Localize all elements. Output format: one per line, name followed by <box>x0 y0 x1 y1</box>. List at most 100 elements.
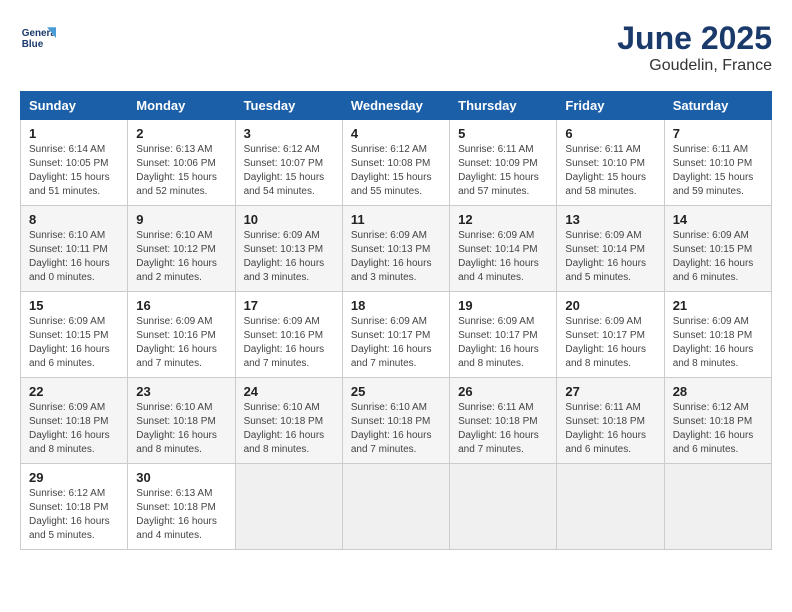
calendar-cell: 12 Sunrise: 6:09 AM Sunset: 10:14 PM Dayl… <box>450 206 557 292</box>
day-info: Sunrise: 6:09 AM Sunset: 10:18 PM Daylig… <box>29 401 119 457</box>
calendar-cell: 5 Sunrise: 6:11 AM Sunset: 10:09 PM Dayli… <box>450 120 557 206</box>
location: Goudelin, France <box>617 57 772 75</box>
calendar-cell <box>342 464 449 550</box>
calendar-cell: 6 Sunrise: 6:11 AM Sunset: 10:10 PM Dayli… <box>557 120 664 206</box>
day-number: 4 <box>351 126 441 141</box>
weekday-header-monday: Monday <box>128 92 235 120</box>
day-number: 16 <box>136 298 226 313</box>
day-number: 2 <box>136 126 226 141</box>
calendar-cell: 10 Sunrise: 6:09 AM Sunset: 10:13 PM Dayl… <box>235 206 342 292</box>
calendar-cell: 29 Sunrise: 6:12 AM Sunset: 10:18 PM Dayl… <box>21 464 128 550</box>
calendar-cell: 11 Sunrise: 6:09 AM Sunset: 10:13 PM Dayl… <box>342 206 449 292</box>
day-number: 19 <box>458 298 548 313</box>
calendar-cell: 4 Sunrise: 6:12 AM Sunset: 10:08 PM Dayli… <box>342 120 449 206</box>
day-info: Sunrise: 6:11 AM Sunset: 10:09 PM Daylig… <box>458 143 548 199</box>
calendar-cell: 14 Sunrise: 6:09 AM Sunset: 10:15 PM Dayl… <box>664 206 771 292</box>
day-info: Sunrise: 6:12 AM Sunset: 10:08 PM Daylig… <box>351 143 441 199</box>
calendar-cell: 17 Sunrise: 6:09 AM Sunset: 10:16 PM Dayl… <box>235 292 342 378</box>
day-info: Sunrise: 6:09 AM Sunset: 10:14 PM Daylig… <box>458 229 548 285</box>
day-number: 24 <box>244 384 334 399</box>
day-info: Sunrise: 6:11 AM Sunset: 10:18 PM Daylig… <box>458 401 548 457</box>
calendar-cell: 25Sunrise: 6:10 AM Sunset: 10:18 PM Dayl… <box>342 378 449 464</box>
calendar-cell: 20 Sunrise: 6:09 AM Sunset: 10:17 PM Dayl… <box>557 292 664 378</box>
day-number: 27 <box>565 384 655 399</box>
calendar-cell: 23Sunrise: 6:10 AM Sunset: 10:18 PM Dayl… <box>128 378 235 464</box>
calendar-cell: 2Sunrise: 6:13 AM Sunset: 10:06 PM Dayli… <box>128 120 235 206</box>
day-number: 7 <box>673 126 763 141</box>
calendar-cell: 30 Sunrise: 6:13 AM Sunset: 10:18 PM Dayl… <box>128 464 235 550</box>
day-info: Sunrise: 6:12 AM Sunset: 10:07 PM Daylig… <box>244 143 334 199</box>
day-info: Sunrise: 6:14 AM Sunset: 10:05 PM Daylig… <box>29 143 119 199</box>
calendar-week-row: 8Sunrise: 6:10 AM Sunset: 10:11 PM Dayli… <box>21 206 772 292</box>
day-info: Sunrise: 6:09 AM Sunset: 10:17 PM Daylig… <box>458 315 548 371</box>
day-info: Sunrise: 6:10 AM Sunset: 10:18 PM Daylig… <box>351 401 441 457</box>
title-block: June 2025 Goudelin, France <box>617 20 772 75</box>
calendar-cell: 21 Sunrise: 6:09 AM Sunset: 10:18 PM Dayl… <box>664 292 771 378</box>
calendar-cell: 19 Sunrise: 6:09 AM Sunset: 10:17 PM Dayl… <box>450 292 557 378</box>
day-number: 22 <box>29 384 119 399</box>
weekday-header-thursday: Thursday <box>450 92 557 120</box>
day-info: Sunrise: 6:12 AM Sunset: 10:18 PM Daylig… <box>673 401 763 457</box>
day-info: Sunrise: 6:13 AM Sunset: 10:18 PM Daylig… <box>136 487 226 543</box>
day-info: Sunrise: 6:09 AM Sunset: 10:18 PM Daylig… <box>673 315 763 371</box>
day-number: 17 <box>244 298 334 313</box>
month-title: June 2025 <box>617 20 772 57</box>
day-number: 23 <box>136 384 226 399</box>
day-number: 29 <box>29 470 119 485</box>
day-info: Sunrise: 6:10 AM Sunset: 10:12 PM Daylig… <box>136 229 226 285</box>
page-header: General Blue General Blue June 2025 Goud… <box>20 20 772 75</box>
calendar-week-row: 29 Sunrise: 6:12 AM Sunset: 10:18 PM Dayl… <box>21 464 772 550</box>
calendar-cell: 1 Sunrise: 6:14 AM Sunset: 10:05 PM Dayli… <box>21 120 128 206</box>
logo: General Blue General Blue <box>20 20 56 56</box>
day-number: 20 <box>565 298 655 313</box>
day-number: 13 <box>565 212 655 227</box>
day-info: Sunrise: 6:09 AM Sunset: 10:15 PM Daylig… <box>29 315 119 371</box>
day-info: Sunrise: 6:09 AM Sunset: 10:16 PM Daylig… <box>136 315 226 371</box>
svg-text:Blue: Blue <box>22 39 44 50</box>
day-info: Sunrise: 6:11 AM Sunset: 10:10 PM Daylig… <box>565 143 655 199</box>
weekday-header-sunday: Sunday <box>21 92 128 120</box>
day-info: Sunrise: 6:09 AM Sunset: 10:15 PM Daylig… <box>673 229 763 285</box>
day-number: 14 <box>673 212 763 227</box>
day-number: 9 <box>136 212 226 227</box>
day-number: 5 <box>458 126 548 141</box>
day-number: 6 <box>565 126 655 141</box>
calendar-week-row: 15Sunrise: 6:09 AM Sunset: 10:15 PM Dayl… <box>21 292 772 378</box>
day-info: Sunrise: 6:09 AM Sunset: 10:14 PM Daylig… <box>565 229 655 285</box>
calendar-cell: 26 Sunrise: 6:11 AM Sunset: 10:18 PM Dayl… <box>450 378 557 464</box>
day-info: Sunrise: 6:10 AM Sunset: 10:18 PM Daylig… <box>244 401 334 457</box>
day-number: 21 <box>673 298 763 313</box>
calendar-cell: 18Sunrise: 6:09 AM Sunset: 10:17 PM Dayl… <box>342 292 449 378</box>
weekday-header-tuesday: Tuesday <box>235 92 342 120</box>
calendar-header-row: SundayMondayTuesdayWednesdayThursdayFrid… <box>21 92 772 120</box>
calendar-cell <box>450 464 557 550</box>
day-info: Sunrise: 6:11 AM Sunset: 10:18 PM Daylig… <box>565 401 655 457</box>
calendar-table: SundayMondayTuesdayWednesdayThursdayFrid… <box>20 91 772 550</box>
calendar-cell: 24 Sunrise: 6:10 AM Sunset: 10:18 PM Dayl… <box>235 378 342 464</box>
day-info: Sunrise: 6:11 AM Sunset: 10:10 PM Daylig… <box>673 143 763 199</box>
day-number: 18 <box>351 298 441 313</box>
weekday-header-wednesday: Wednesday <box>342 92 449 120</box>
day-number: 3 <box>244 126 334 141</box>
day-info: Sunrise: 6:09 AM Sunset: 10:16 PM Daylig… <box>244 315 334 371</box>
calendar-cell: 27 Sunrise: 6:11 AM Sunset: 10:18 PM Dayl… <box>557 378 664 464</box>
day-number: 8 <box>29 212 119 227</box>
day-number: 30 <box>136 470 226 485</box>
day-number: 26 <box>458 384 548 399</box>
calendar-cell: 28Sunrise: 6:12 AM Sunset: 10:18 PM Dayl… <box>664 378 771 464</box>
logo-icon: General Blue <box>20 20 56 56</box>
day-info: Sunrise: 6:09 AM Sunset: 10:17 PM Daylig… <box>565 315 655 371</box>
calendar-cell: 9 Sunrise: 6:10 AM Sunset: 10:12 PM Dayli… <box>128 206 235 292</box>
day-number: 1 <box>29 126 119 141</box>
day-info: Sunrise: 6:12 AM Sunset: 10:18 PM Daylig… <box>29 487 119 543</box>
calendar-cell: 3 Sunrise: 6:12 AM Sunset: 10:07 PM Dayli… <box>235 120 342 206</box>
weekday-header-saturday: Saturday <box>664 92 771 120</box>
day-number: 12 <box>458 212 548 227</box>
day-info: Sunrise: 6:09 AM Sunset: 10:13 PM Daylig… <box>351 229 441 285</box>
day-number: 10 <box>244 212 334 227</box>
calendar-cell <box>664 464 771 550</box>
day-info: Sunrise: 6:09 AM Sunset: 10:13 PM Daylig… <box>244 229 334 285</box>
calendar-week-row: 1 Sunrise: 6:14 AM Sunset: 10:05 PM Dayli… <box>21 120 772 206</box>
calendar-cell: 22 Sunrise: 6:09 AM Sunset: 10:18 PM Dayl… <box>21 378 128 464</box>
day-number: 11 <box>351 212 441 227</box>
